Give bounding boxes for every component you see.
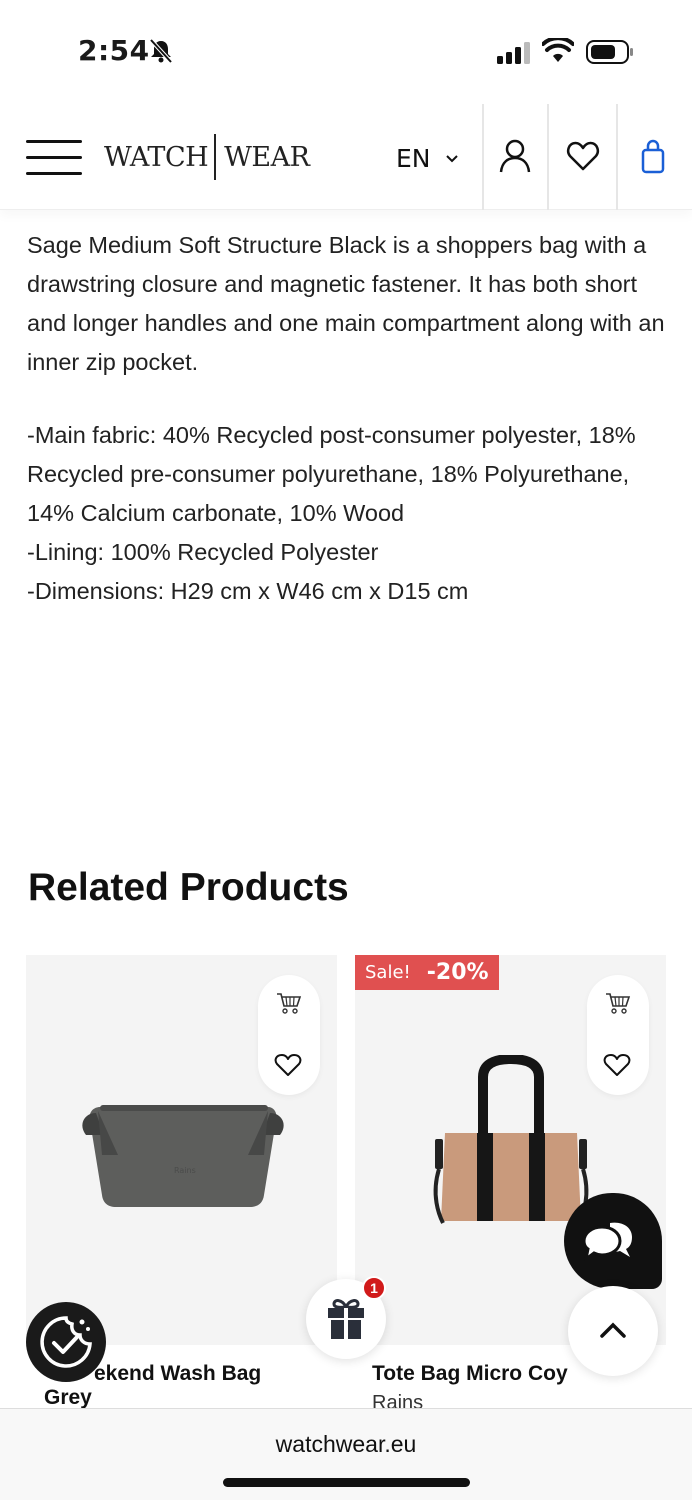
chat-bubbles-icon	[582, 1222, 632, 1263]
spec-fabric: -Main fabric: 40% Recycled post-consumer…	[27, 422, 636, 526]
spec-dimensions: -Dimensions: H29 cm x W46 cm x D15 cm	[27, 578, 469, 604]
site-header: WATCH WEAR EN	[0, 104, 692, 210]
add-to-cart-icon[interactable]	[605, 991, 631, 1015]
url-text[interactable]: watchwear.eu	[0, 1431, 692, 1458]
gift-icon	[328, 1299, 364, 1339]
svg-text:Rains: Rains	[174, 1166, 196, 1175]
status-bar: 2:54	[0, 0, 692, 100]
wash-bag-image: Rains	[82, 1105, 284, 1207]
wishlist-heart-icon[interactable]	[566, 138, 600, 174]
add-to-cart-icon[interactable]	[276, 991, 302, 1015]
product-actions	[587, 975, 649, 1095]
user-icon[interactable]	[498, 138, 532, 174]
status-time: 2:54	[78, 34, 150, 67]
logo-right: WEAR	[224, 141, 310, 173]
browser-address-bar[interactable]: watchwear.eu	[0, 1408, 692, 1500]
discount-label: -20%	[426, 960, 489, 985]
related-products-title: Related Products	[28, 866, 349, 909]
sale-label: Sale!	[365, 962, 411, 983]
battery-icon	[586, 40, 633, 64]
gift-count-badge: 1	[362, 1276, 386, 1300]
product-brand-tote-bag: Rains	[372, 1392, 424, 1408]
shopping-bag-icon[interactable]	[640, 138, 674, 174]
home-indicator[interactable]	[223, 1478, 470, 1487]
scroll-to-top-button[interactable]	[568, 1286, 658, 1376]
chevron-down-icon	[445, 154, 458, 162]
product-card-wash-bag[interactable]: Rains	[26, 955, 337, 1345]
add-to-wishlist-icon[interactable]	[603, 1053, 631, 1077]
add-to-wishlist-icon[interactable]	[274, 1053, 302, 1077]
menu-icon[interactable]	[26, 140, 84, 176]
bell-muted-icon	[149, 38, 173, 64]
signal-icon	[497, 42, 530, 64]
cookie-check-icon	[40, 1316, 92, 1368]
tote-bag-image	[433, 1055, 589, 1224]
product-description: Sage Medium Soft Structure Black is a sh…	[27, 226, 667, 611]
product-actions	[258, 975, 320, 1095]
spec-lining: -Lining: 100% Recycled Polyester	[27, 539, 379, 565]
chat-button[interactable]	[564, 1193, 662, 1289]
sale-badge: Sale! -20%	[355, 955, 499, 990]
chevron-up-icon	[600, 1322, 626, 1338]
site-logo[interactable]: WATCH WEAR	[104, 132, 310, 182]
language-selector[interactable]: EN	[396, 144, 459, 173]
wifi-icon	[542, 38, 574, 62]
description-paragraph: Sage Medium Soft Structure Black is a sh…	[27, 232, 665, 375]
product-name-line2: Grey	[44, 1386, 92, 1409]
language-label: EN	[396, 144, 431, 173]
logo-left: WATCH	[104, 141, 209, 173]
cookie-settings-button[interactable]	[26, 1302, 106, 1382]
